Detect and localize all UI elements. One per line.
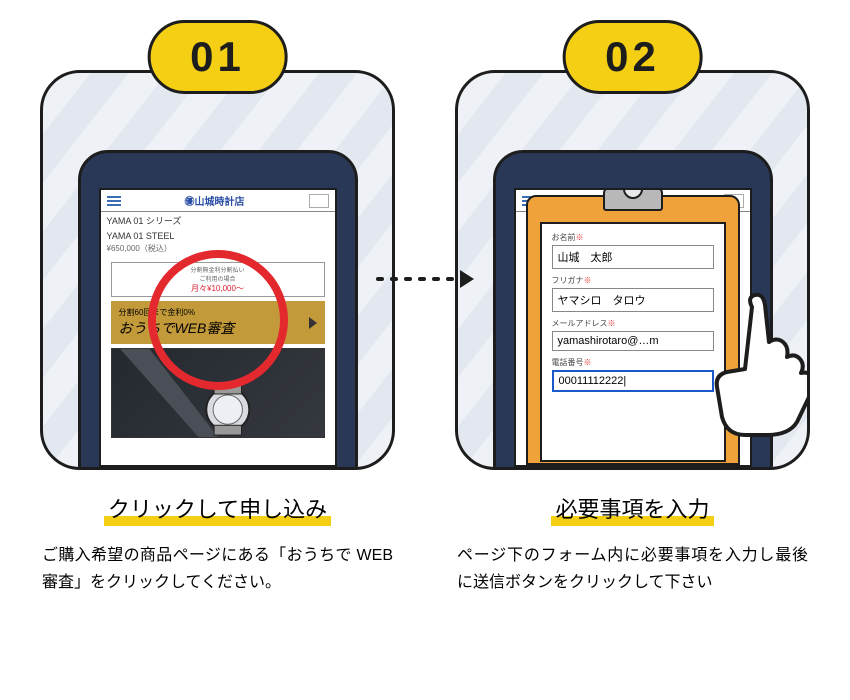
web-review-cta-button[interactable]: 分割60回まで金利0% おうちでWEB審査 [111,301,325,344]
illustration-panel: ㊝山城時計店 お名前※ 山城 太郎 フリガナ※ ヤマシロ タ [455,70,810,470]
product-price: ¥650,000（税込） [101,243,335,258]
phone-frame: ㊝山城時計店 YAMA 01 シリーズ YAMA 01 STEEL ¥650,0… [78,150,358,470]
banner-line1: 分割無金利分割払い [114,265,322,274]
furigana-input[interactable]: ヤマシロ タロウ [552,288,714,312]
phone-screen: ㊝山城時計店 YAMA 01 シリーズ YAMA 01 STEEL ¥650,0… [99,188,337,467]
step-description: ページ下のフォーム内に必要事項を入力し最後に送信ボタンをクリックして下さい [455,542,810,596]
product-series: YAMA 01 シリーズ [101,212,335,229]
form-field-name: お名前※ 山城 太郎 [552,232,714,269]
mini-banner: 分割無金利分割払い ご利用の場合 月々¥10,000～ [111,262,325,297]
step-description: ご購入希望の商品ページにある「おうちで WEB 審査」をクリックしてください。 [40,542,395,596]
step-caption: クリックして申し込み ご購入希望の商品ページにある「おうちで WEB 審査」をク… [40,492,395,596]
hamburger-icon [107,194,121,208]
field-label: フリガナ※ [552,275,714,286]
name-input[interactable]: 山城 太郎 [552,245,714,269]
step-number-badge: 02 [562,20,703,94]
phone-input[interactable]: 00011112222| [552,370,714,392]
field-label: メールアドレス※ [552,318,714,329]
product-name: YAMA 01 STEEL [101,229,335,243]
pointing-hand-icon [697,287,810,437]
form-field-email: メールアドレス※ yamashirotaro@…m [552,318,714,351]
watch-illustration [112,349,324,437]
step-title: 必要事項を入力 [551,492,713,524]
cta-subtitle: 分割60回まで金利0% [119,307,317,318]
step-02: 02 ㊝山城時計店 お名前※ 山城 太郎 [455,20,810,596]
chevron-right-icon [309,317,317,329]
cta-title: おうちでWEB審査 [119,320,235,336]
form-field-phone: 電話番号※ 00011112222| [552,357,714,392]
banner-monthly: 月々¥10,000～ [114,283,322,294]
mock-topbar: ㊝山城時計店 [101,190,335,212]
product-image [111,348,325,438]
step-caption: 必要事項を入力 ページ下のフォーム内に必要事項を入力し最後に送信ボタンをクリック… [455,492,810,596]
field-label: 電話番号※ [552,357,714,368]
banner-line2: ご利用の場合 [114,274,322,283]
brand-logo: ㊝山城時計店 [185,193,245,208]
form-field-furigana: フリガナ※ ヤマシロ タロウ [552,275,714,312]
cart-icon [309,194,329,208]
illustration-panel: ㊝山城時計店 YAMA 01 シリーズ YAMA 01 STEEL ¥650,0… [40,70,395,470]
step-number-badge: 01 [147,20,288,94]
clipboard-clip-icon [603,188,663,211]
email-input[interactable]: yamashirotaro@…m [552,331,714,351]
arrow-right-dashed-icon [376,270,474,288]
step-title: クリックして申し込み [104,492,331,524]
field-label: お名前※ [552,232,714,243]
step-01: 01 ㊝山城時計店 YAMA 01 シリーズ YAMA 01 STEEL ¥65… [40,20,395,596]
